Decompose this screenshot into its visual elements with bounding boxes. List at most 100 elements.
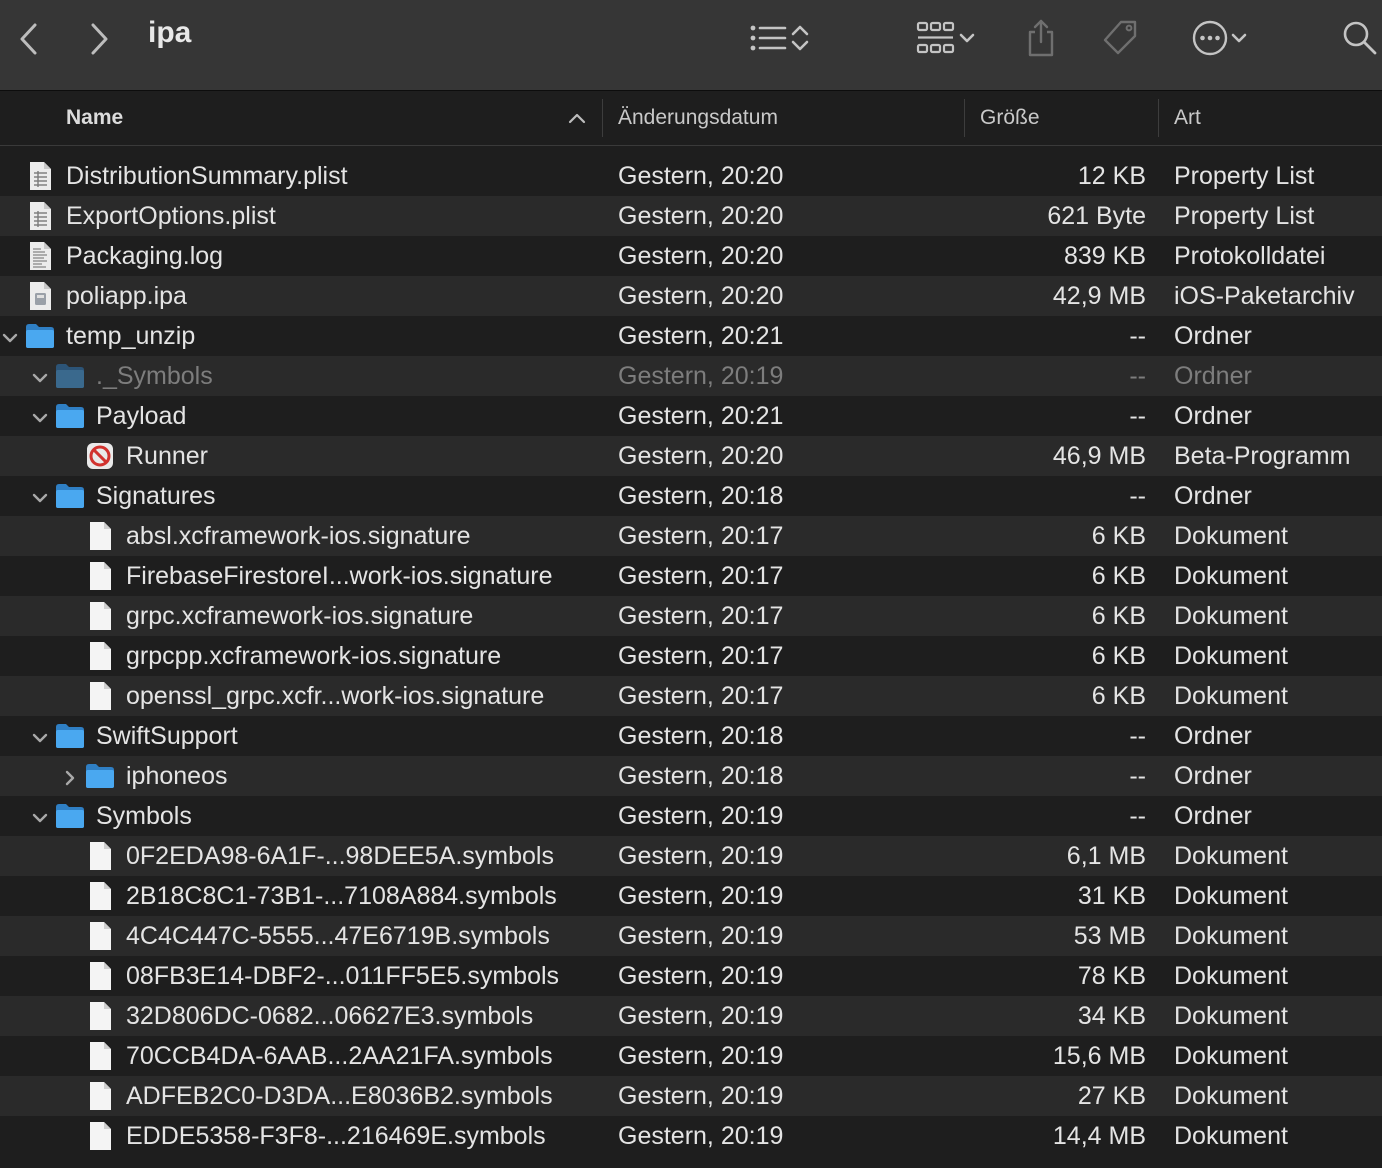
modified-date: Gestern, 20:20 [618,282,784,310]
file-name: DistributionSummary.plist [66,162,348,190]
file-row[interactable]: 0F2EDA98-6A1F-...98DEE5A.symbols Gestern,… [0,836,1382,876]
file-row[interactable]: openssl_grpc.xcfr...work-ios.signature Ge… [0,676,1382,716]
document-icon [85,681,115,711]
modified-date: Gestern, 20:17 [618,562,784,590]
file-kind: Protokolldatei [1174,242,1326,270]
file-kind: Dokument [1174,602,1288,630]
file-size: -- [1129,802,1146,830]
disclosure-expanded-icon[interactable] [30,806,50,826]
file-kind: Dokument [1174,1082,1288,1110]
file-kind: Dokument [1174,842,1288,870]
modified-date: Gestern, 20:20 [618,202,784,230]
document-icon [85,921,115,951]
file-row[interactable]: 70CCB4DA-6AAB...2AA21FA.symbols Gestern, … [0,1036,1382,1076]
folder-icon [55,361,85,391]
column-header-size-label: Größe [980,106,1040,129]
file-name: 0F2EDA98-6A1F-...98DEE5A.symbols [126,842,554,870]
column-header-kind[interactable]: Art [1174,91,1201,145]
folder-row[interactable]: Symbols Gestern, 20:19 -- Ordner [0,796,1382,836]
group-icon [916,21,955,54]
file-row[interactable]: grpc.xcframework-ios.signature Gestern, 2… [0,596,1382,636]
document-icon [85,961,115,991]
file-row[interactable]: 2B18C8C1-73B1-...7108A884.symbols Gestern… [0,876,1382,916]
file-kind: Dokument [1174,522,1288,550]
sort-ascending-icon [568,113,586,124]
column-header-name-label: Name [66,106,124,129]
file-name: ADFEB2C0-D3DA...E8036B2.symbols [126,1082,553,1110]
file-name: ._Symbols [96,362,213,390]
file-row[interactable]: FirebaseFirestoreI...work-ios.signature G… [0,556,1382,596]
disclosure-expanded-icon[interactable] [30,726,50,746]
modified-date: Gestern, 20:19 [618,362,784,390]
file-size: -- [1129,482,1146,510]
folder-row[interactable]: Payload Gestern, 20:21 -- Ordner [0,396,1382,436]
column-header-size[interactable]: Größe [980,91,1040,145]
file-size: 621 Byte [1047,202,1146,230]
document-icon [85,601,115,631]
disclosure-expanded-icon[interactable] [0,326,20,346]
chevron-left-icon [20,23,37,55]
file-kind: Dokument [1174,1042,1288,1070]
file-name: Runner [126,442,208,470]
file-row[interactable]: 32D806DC-0682...06627E3.symbols Gestern, … [0,996,1382,1036]
column-header-name[interactable]: Name [66,91,596,145]
folder-row[interactable]: temp_unzip Gestern, 20:21 -- Ordner [0,316,1382,356]
file-size: 839 KB [1063,242,1146,270]
share-icon [1028,19,1054,57]
list-view-icon [750,25,787,51]
file-row[interactable]: poliapp.ipa Gestern, 20:20 42,9 MB iOS-Pake… [0,276,1382,316]
file-name: Signatures [96,482,216,510]
search-button[interactable] [1340,18,1380,58]
disclosure-expanded-icon[interactable] [30,366,50,386]
document-icon [85,561,115,591]
file-row[interactable]: absl.xcframework-ios.signature Gestern, 2… [0,516,1382,556]
column-separator[interactable] [964,99,965,137]
tag-button[interactable] [1098,16,1142,60]
back-button[interactable] [14,20,44,58]
file-row[interactable]: Runner Gestern, 20:20 46,9 MB Beta-Programm [0,436,1382,476]
file-size: 34 KB [1077,1002,1146,1030]
file-size: 6,1 MB [1066,842,1146,870]
disclosure-expanded-icon[interactable] [30,486,50,506]
view-options-button[interactable] [742,18,818,58]
file-row[interactable]: Packaging.log Gestern, 20:20 839 KB Protoko… [0,236,1382,276]
file-row[interactable]: 08FB3E14-DBF2-...011FF5E5.symbols Gestern… [0,956,1382,996]
group-button[interactable] [908,16,984,60]
folder-row[interactable]: iphoneos Gestern, 20:18 -- Ordner [0,756,1382,796]
folder-row[interactable]: SwiftSupport Gestern, 20:18 -- Ordner [0,716,1382,756]
more-actions-button[interactable] [1184,16,1256,60]
file-row[interactable]: ExportOptions.plist Gestern, 20:20 621 Byt… [0,196,1382,236]
forward-button[interactable] [84,20,114,58]
column-header-date[interactable]: Änderungsdatum [618,91,778,145]
chevron-down-icon [1231,33,1247,43]
document-icon [85,641,115,671]
window-title: ipa [148,16,192,49]
document-icon [85,841,115,871]
column-separator[interactable] [1158,99,1159,137]
file-name: Packaging.log [66,242,224,270]
file-row[interactable]: ADFEB2C0-D3DA...E8036B2.symbols Gestern, … [0,1076,1382,1116]
folder-row[interactable]: ._Symbols Gestern, 20:19 -- Ordner [0,356,1382,396]
share-button[interactable] [1022,16,1060,60]
file-kind: Dokument [1174,882,1288,910]
file-size: -- [1129,762,1146,790]
search-icon [1343,21,1377,55]
file-row[interactable]: DistributionSummary.plist Gestern, 20:20 1… [0,156,1382,196]
toolbar: ipa [0,0,1382,91]
file-row[interactable]: grpcpp.xcframework-ios.signature Gestern,… [0,636,1382,676]
file-size: 6 KB [1091,602,1146,630]
column-separator[interactable] [602,99,603,137]
file-kind: iOS-Paketarchiv [1174,282,1355,310]
document-icon [85,881,115,911]
file-name: 2B18C8C1-73B1-...7108A884.symbols [126,882,557,910]
folder-row[interactable]: Signatures Gestern, 20:18 -- Ordner [0,476,1382,516]
file-size: 27 KB [1077,1082,1146,1110]
disclosure-expanded-icon[interactable] [30,406,50,426]
file-name: Symbols [96,802,192,830]
file-row[interactable]: EDDE5358-F3F8-...216469E.symbols Gestern,… [0,1116,1382,1156]
file-row[interactable]: 4C4C447C-5555...47E6719B.symbols Gestern,… [0,916,1382,956]
file-size: -- [1129,722,1146,750]
file-name: EDDE5358-F3F8-...216469E.symbols [126,1122,546,1150]
disclosure-collapsed-icon[interactable] [60,766,80,786]
modified-date: Gestern, 20:18 [618,762,784,790]
